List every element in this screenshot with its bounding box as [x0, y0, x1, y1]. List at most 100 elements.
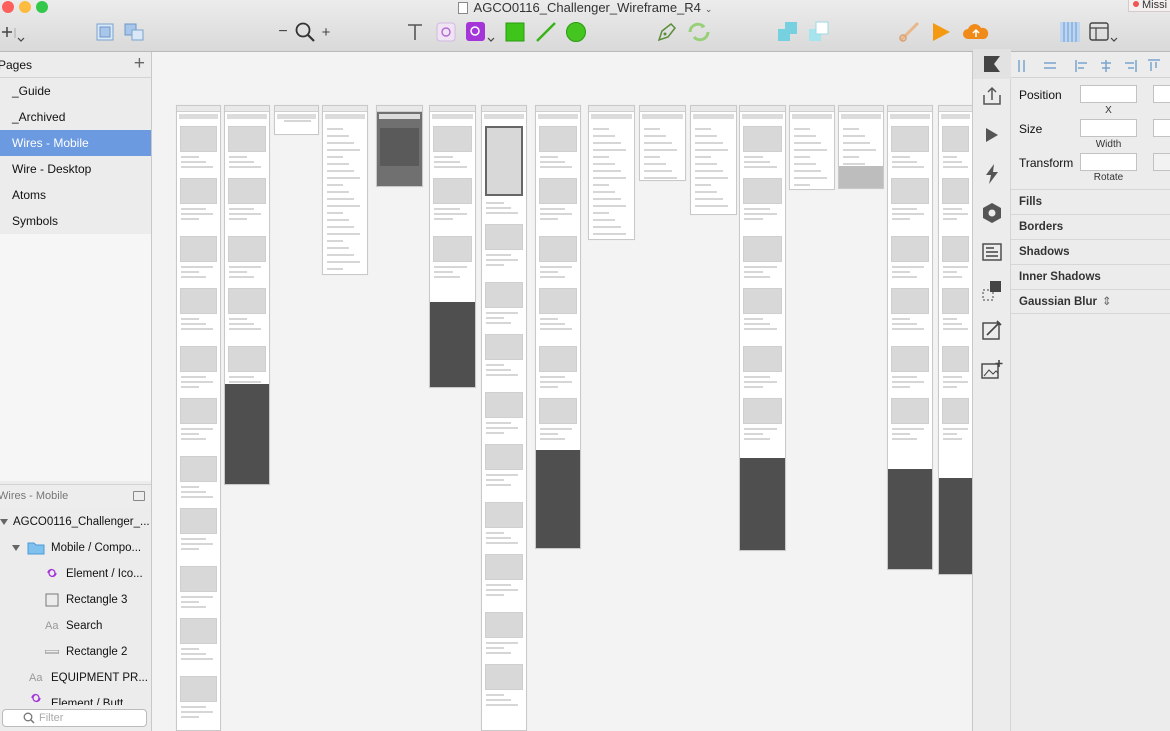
wireframe-text-line [327, 261, 360, 263]
page-item-atoms[interactable]: Atoms [0, 182, 151, 208]
position-x-input[interactable] [1080, 85, 1137, 103]
inspector-icon [984, 56, 1000, 72]
missing-fonts-badge[interactable]: Missi [1128, 0, 1170, 12]
wireframe-artboard[interactable] [274, 105, 319, 135]
rectangle-tool-button[interactable] [504, 19, 526, 45]
toolbar: AGCO0116_Challenger_Wireframe_R4 ⌄ Missi … [0, 0, 1170, 52]
add-image-tab[interactable] [973, 354, 1011, 384]
wireframe-text-line [892, 323, 918, 325]
layer-mobile-components[interactable]: Mobile / Compo... [0, 535, 151, 561]
edit-image-tab[interactable] [973, 315, 1011, 345]
subtract-button[interactable] [808, 19, 830, 45]
rotate-input[interactable] [1080, 153, 1137, 171]
flip-button[interactable] [1153, 153, 1170, 171]
wireframe-text-line [843, 149, 876, 151]
wireframe-text-line [892, 276, 918, 278]
wireframe-artboard[interactable] [789, 105, 835, 190]
position-y-input[interactable] [1153, 85, 1170, 103]
page-item-symbols[interactable]: Symbols [0, 208, 151, 234]
window-title[interactable]: AGCO0116_Challenger_Wireframe_R4 ⌄ [0, 0, 1170, 16]
wireframe-artboard[interactable] [938, 105, 972, 575]
borders-section[interactable]: Borders [1011, 214, 1170, 239]
wireframe-artboard[interactable] [322, 105, 368, 275]
warning-dot-icon [1133, 1, 1139, 7]
wireframe-text-line [943, 156, 957, 158]
wireframe-text-line [892, 156, 911, 158]
distribute-horizontal-icon[interactable] [1017, 59, 1031, 73]
preview-button[interactable] [930, 19, 952, 45]
artboard-nav-bar [432, 114, 473, 119]
wireframe-text-line [486, 364, 505, 366]
align-center-icon[interactable] [1099, 59, 1113, 73]
filter-input[interactable]: Filter [2, 709, 147, 727]
grid-button[interactable] [1058, 19, 1082, 45]
zoom-button[interactable] [294, 19, 316, 45]
insert-button[interactable] [0, 19, 26, 45]
wireframe-artboard[interactable] [176, 105, 221, 731]
view-button[interactable] [1089, 19, 1119, 45]
wireframe-artboard[interactable] [690, 105, 737, 215]
shadows-section[interactable]: Shadows [1011, 239, 1170, 264]
wireframe-artboard[interactable] [481, 105, 527, 731]
height-input[interactable] [1153, 119, 1170, 137]
line-tool-button[interactable] [535, 19, 557, 45]
layer-rectangle-2[interactable]: Rectangle 2 [0, 639, 151, 665]
create-symbol-button[interactable] [435, 19, 457, 45]
wireframe-artboard[interactable] [588, 105, 635, 240]
rotate-copies-button[interactable] [686, 19, 712, 45]
inner-shadows-section[interactable]: Inner Shadows [1011, 264, 1170, 289]
zoom-out-button[interactable]: − [276, 19, 290, 45]
export-tab[interactable] [973, 81, 1011, 111]
wireframe-artboard[interactable] [535, 105, 581, 549]
collapse-layers-icon[interactable] [133, 491, 145, 501]
pen-tool-button[interactable] [656, 19, 678, 45]
layer-search[interactable]: Aa Search [0, 613, 151, 639]
layer-element-icon[interactable]: Element / Ico... [0, 561, 151, 587]
cloud-button[interactable] [962, 19, 990, 45]
page-item-guide[interactable]: _Guide [0, 78, 151, 104]
layer-element-button[interactable]: Element / Butt... [0, 691, 151, 705]
oval-tool-button[interactable] [565, 19, 587, 45]
wireframe-artboard[interactable] [224, 105, 270, 485]
wireframe-artboard[interactable] [887, 105, 933, 570]
layer-equipment[interactable]: Aa EQUIPMENT PR... [0, 665, 151, 691]
page-item-wires-mobile[interactable]: Wires - Mobile [0, 130, 151, 156]
wireframe-text-line [695, 128, 712, 130]
plugin-tab[interactable] [973, 198, 1011, 228]
width-input[interactable] [1080, 119, 1137, 137]
align-right-icon[interactable] [1123, 59, 1137, 73]
wireframe-text-line [644, 156, 661, 158]
add-page-button[interactable]: + [134, 53, 145, 75]
fills-section[interactable]: Fills [1011, 189, 1170, 214]
canvas[interactable] [152, 52, 972, 731]
inspector-tab[interactable] [973, 49, 1011, 79]
page-item-archived[interactable]: _Archived [0, 104, 151, 130]
wireframe-artboard[interactable] [838, 105, 884, 189]
wireframe-artboard[interactable] [429, 105, 476, 388]
wireframe-artboard[interactable] [639, 105, 686, 181]
layer-artboard[interactable]: AGCO0116_Challenger_... [0, 509, 151, 535]
group-button[interactable] [94, 19, 116, 45]
wireframe-artboard[interactable] [376, 105, 423, 187]
scissors-button[interactable] [898, 19, 922, 45]
lightning-tab[interactable] [973, 159, 1011, 189]
union-button[interactable] [777, 19, 799, 45]
layout-tab[interactable] [973, 237, 1011, 267]
layer-rectangle-3[interactable]: Rectangle 3 [0, 587, 151, 613]
align-top-icon[interactable] [1147, 59, 1161, 73]
ungroup-button[interactable] [123, 19, 145, 45]
wireframe-text-line [892, 213, 925, 215]
wireframe-text-line [644, 163, 667, 165]
wireframe-artboard[interactable] [739, 105, 786, 551]
zoom-in-button[interactable]: + [319, 19, 333, 45]
preview-play-icon [933, 23, 950, 41]
wireframe-text-line [744, 318, 763, 320]
symbol-menu-button[interactable] [465, 19, 495, 45]
distribute-vertical-icon[interactable] [1043, 59, 1057, 73]
prototype-tab[interactable] [973, 120, 1011, 150]
selection-tab[interactable] [973, 276, 1011, 306]
align-left-icon[interactable] [1075, 59, 1089, 73]
gaussian-blur-section[interactable]: Gaussian Blur ⇕ [1011, 289, 1170, 314]
text-tool-button[interactable] [404, 19, 426, 45]
page-item-wire-desktop[interactable]: Wire - Desktop [0, 156, 151, 182]
